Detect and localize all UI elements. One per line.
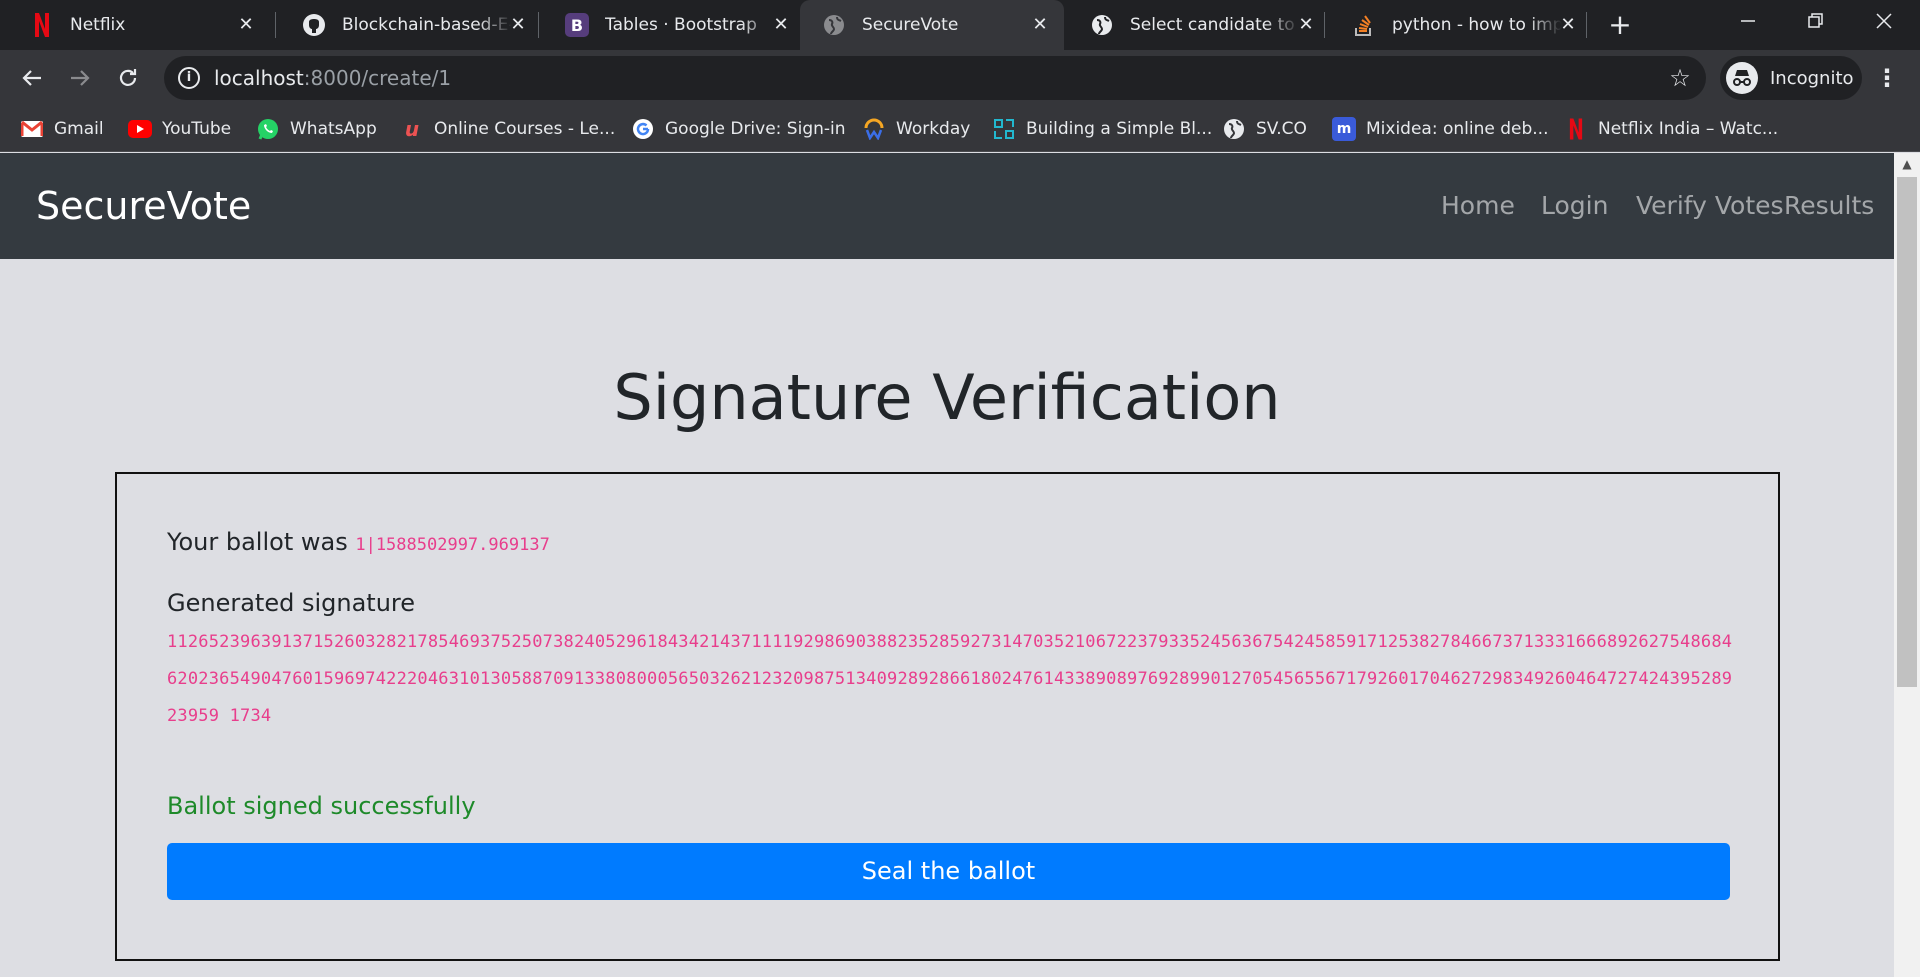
signature-value: 1126523963913715260328217854693752507382… — [167, 632, 1733, 726]
incognito-badge[interactable]: Incognito — [1720, 56, 1862, 100]
close-icon[interactable]: ✕ — [1294, 13, 1318, 37]
back-arrow-icon[interactable] — [17, 63, 47, 93]
browser-toolbar: i localhost:8000/create/1 ☆ Incognito ⋮ — [0, 50, 1920, 106]
tab-title: Tables · Bootstrap — [605, 15, 757, 35]
site-navbar: SecureVote Home Login Verify Votes Resul… — [0, 153, 1894, 259]
tab-title: Blockchain-based-E-Vo — [342, 15, 512, 35]
bootstrap-icon: B — [565, 13, 589, 37]
tab-netflix[interactable]: Netflix ✕ — [8, 0, 270, 50]
bookmark-workday[interactable]: Workday — [862, 116, 970, 142]
bookmark-netflix-india[interactable]: Netflix India – Watc... — [1564, 116, 1778, 142]
globe-icon — [822, 13, 846, 37]
tab-title: python - how to implem — [1392, 15, 1562, 35]
bookmark-label: Gmail — [54, 119, 104, 139]
google-icon — [631, 117, 655, 141]
tab-title: SecureVote — [862, 15, 959, 35]
bookmarks-bar: Gmail YouTube WhatsApp u Online Courses … — [0, 106, 1920, 152]
bookmark-label: Netflix India – Watc... — [1598, 119, 1779, 139]
tab-title: Netflix — [70, 15, 126, 35]
nav-login[interactable]: Login — [1541, 189, 1608, 223]
youtube-icon — [128, 117, 152, 141]
tab-bootstrap[interactable]: B Tables · Bootstrap ✕ — [543, 0, 805, 50]
scroll-thumb[interactable] — [1897, 177, 1917, 687]
tab-github[interactable]: Blockchain-based-E-Vo ✕ — [280, 0, 542, 50]
bookmark-star-icon[interactable]: ☆ — [1666, 64, 1694, 92]
bookmark-whatsapp[interactable]: WhatsApp — [256, 116, 377, 142]
tab-securevote[interactable]: SecureVote ✕ — [800, 0, 1064, 50]
gmail-icon — [20, 117, 44, 141]
bookmark-label: Online Courses - Le... — [434, 119, 616, 139]
ballot-value: 1|1588502997.969137 — [355, 535, 550, 555]
close-icon[interactable]: ✕ — [769, 13, 793, 37]
ballot-line: Your ballot was 1|1588502997.969137 — [167, 526, 550, 561]
success-message: Ballot signed successfully — [167, 792, 476, 820]
bookmark-label: Mixidea: online deb... — [1366, 119, 1549, 139]
tab-stackoverflow[interactable]: python - how to implem ✕ — [1330, 0, 1592, 50]
bookmark-label: Google Drive: Sign-in — [665, 119, 846, 139]
tab-select-candidate[interactable]: Select candidate to cast ✕ — [1068, 0, 1330, 50]
close-icon[interactable]: ✕ — [1556, 13, 1580, 37]
bookmark-building-blockchain[interactable]: Building a Simple Bl... — [992, 116, 1212, 142]
bookmark-gmail[interactable]: Gmail — [20, 116, 104, 142]
netflix-icon — [1564, 117, 1588, 141]
globe-icon — [1222, 117, 1246, 141]
mixidea-icon: m — [1332, 117, 1356, 141]
bookmark-label: WhatsApp — [290, 119, 377, 139]
stackoverflow-icon — [1352, 13, 1376, 37]
tab-separator — [1324, 12, 1325, 38]
blockchain-icon — [992, 117, 1016, 141]
bookmark-mixidea[interactable]: m Mixidea: online deb... — [1332, 116, 1548, 142]
tab-title: Select candidate to cast — [1130, 15, 1300, 35]
workday-icon — [862, 117, 886, 141]
close-icon[interactable]: ✕ — [234, 13, 258, 37]
new-tab-button[interactable]: + — [1605, 10, 1635, 40]
forward-arrow-icon[interactable] — [65, 63, 95, 93]
bookmark-label: Workday — [896, 119, 971, 139]
tab-separator — [275, 12, 276, 38]
nav-home[interactable]: Home — [1441, 189, 1515, 223]
url-text[interactable]: localhost:8000/create/1 — [214, 66, 451, 90]
signature-card: Your ballot was 1|1588502997.969137 Gene… — [115, 472, 1780, 961]
brand-logo[interactable]: SecureVote — [36, 183, 251, 229]
bookmark-svco[interactable]: SV.CO — [1222, 116, 1307, 142]
reload-icon[interactable] — [113, 63, 143, 93]
incognito-icon — [1726, 62, 1758, 94]
page-title: Signature Verification — [613, 361, 1281, 434]
globe-icon — [1090, 13, 1114, 37]
scroll-up-icon[interactable]: ▲ — [1894, 153, 1920, 175]
tab-strip: Netflix ✕ Blockchain-based-E-Vo ✕ B Tabl… — [0, 0, 1920, 50]
nav-results[interactable]: Results — [1784, 189, 1874, 223]
close-icon[interactable]: ✕ — [1028, 13, 1052, 37]
netflix-icon — [30, 13, 54, 37]
bookmark-label: YouTube — [162, 119, 232, 139]
seal-ballot-button[interactable]: Seal the ballot — [167, 843, 1730, 900]
udemy-icon: u — [404, 117, 420, 141]
more-menu-icon[interactable]: ⋮ — [1872, 62, 1902, 94]
restore-icon[interactable] — [1796, 6, 1836, 36]
nav-verify-votes[interactable]: Verify Votes — [1636, 189, 1784, 223]
signature-label: Generated signature — [167, 589, 416, 617]
tab-separator — [538, 12, 539, 38]
address-bar[interactable]: i localhost:8000/create/1 ☆ — [164, 56, 1706, 100]
close-icon[interactable]: ✕ — [506, 13, 530, 37]
bookmark-label: SV.CO — [1256, 119, 1307, 139]
github-icon — [302, 13, 326, 37]
bookmark-label: Building a Simple Bl... — [1026, 119, 1213, 139]
page-scrollbar[interactable]: ▲ — [1894, 153, 1920, 977]
tab-separator — [1586, 12, 1587, 38]
svg-text:B: B — [571, 16, 583, 35]
info-icon[interactable]: i — [178, 67, 200, 89]
close-window-icon[interactable] — [1864, 6, 1904, 36]
ballot-label: Your ballot was — [167, 528, 348, 556]
bookmark-online-courses[interactable]: u Online Courses - Le... — [400, 116, 615, 142]
page-viewport: SecureVote Home Login Verify Votes Resul… — [0, 153, 1894, 977]
minimize-icon[interactable] — [1728, 6, 1768, 36]
incognito-label: Incognito — [1770, 67, 1854, 89]
bookmark-google-drive[interactable]: Google Drive: Sign-in — [631, 116, 846, 142]
whatsapp-icon — [256, 117, 280, 141]
bookmark-youtube[interactable]: YouTube — [128, 116, 231, 142]
